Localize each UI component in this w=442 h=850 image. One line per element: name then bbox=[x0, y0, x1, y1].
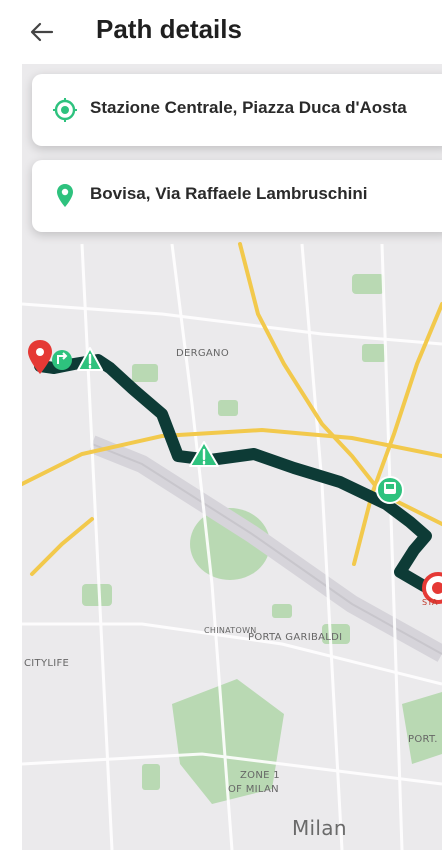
origin-target-icon bbox=[53, 98, 77, 122]
map-label-citylife: CITYLIFE bbox=[24, 658, 70, 669]
map-label-dergano: DERGANO bbox=[176, 348, 230, 359]
destination-pin-icon bbox=[57, 184, 73, 207]
transit-marker-icon bbox=[376, 476, 404, 504]
map-label-zone1: ZONE 1 bbox=[240, 770, 280, 781]
map-label-porta: PORT. bbox=[408, 734, 438, 745]
map-label-of-milan: OF MILAN bbox=[228, 784, 279, 795]
turn-marker-icon bbox=[52, 350, 72, 370]
destination-field[interactable]: Bovisa, Via Raffaele Lambruschini bbox=[32, 160, 442, 232]
map-label-milan: Milan bbox=[292, 816, 347, 840]
destination-label: Bovisa, Via Raffaele Lambruschini bbox=[90, 184, 368, 203]
origin-label: Stazione Centrale, Piazza Duca d'Aosta bbox=[90, 98, 407, 117]
app-header: Path details bbox=[0, 0, 442, 64]
map-label-porta-garibaldi: PORTA GARIBALDI bbox=[248, 632, 343, 643]
page-title: Path details bbox=[96, 14, 242, 44]
map-label-station: STA bbox=[422, 598, 438, 607]
origin-field[interactable]: Stazione Centrale, Piazza Duca d'Aosta bbox=[32, 74, 442, 146]
back-arrow-icon[interactable] bbox=[28, 18, 56, 46]
